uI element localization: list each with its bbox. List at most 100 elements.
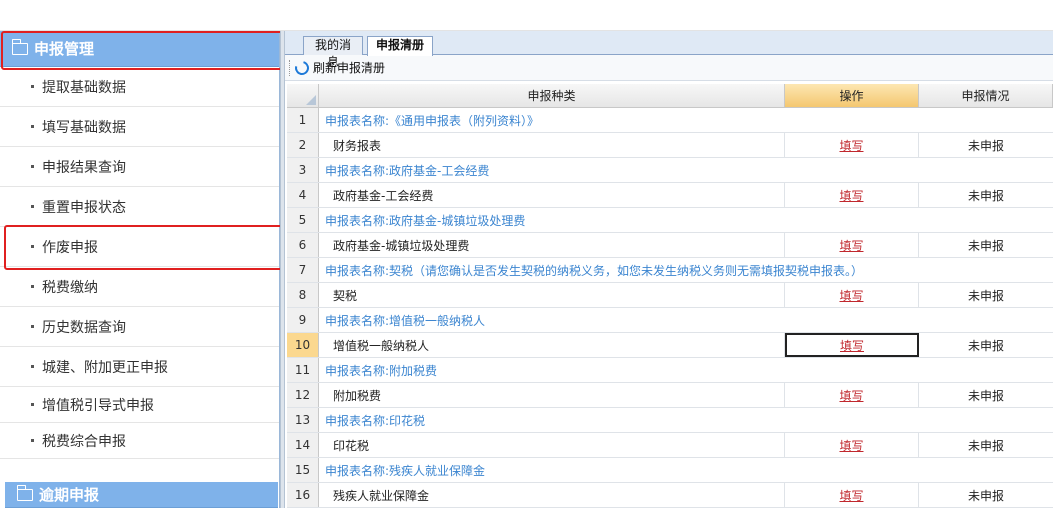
status-cell: 未申报	[967, 338, 1004, 353]
group-title: 申报表名称:《通用申报表（附列资料）》	[325, 113, 540, 128]
sidebar-item-history-query[interactable]: 历史数据查询	[0, 307, 279, 347]
main-panel: 我的消息 申报清册 刷新申报清册 申报种类 操作 申报情况 1 申报表名称:《通用…	[285, 31, 1053, 508]
declaration-name: 政府基金-城镇垃圾处理费	[319, 233, 785, 257]
table-row: 8 契税 填写 未申报	[287, 283, 1053, 308]
toolbar-grip	[289, 59, 291, 76]
table-row-selected: 10 增值税一般纳税人 填写 未申报	[287, 333, 1053, 358]
sidebar: 申报管理 提取基础数据 填写基础数据 申报结果查询 重置申报状态 作废申报 税费…	[0, 31, 280, 508]
status-cell: 未申报	[967, 188, 1004, 203]
tab-declaration-list[interactable]: 申报清册	[367, 36, 433, 56]
declaration-name: 财务报表	[319, 133, 785, 157]
declaration-name: 增值税一般纳税人	[319, 333, 785, 357]
row-number: 11	[287, 358, 319, 382]
sidebar-item-label: 填写基础数据	[42, 119, 126, 136]
row-number: 9	[287, 308, 319, 332]
sidebar-item-vat-guided[interactable]: 增值税引导式申报	[0, 387, 279, 423]
fill-link[interactable]: 填写	[840, 337, 864, 354]
folder-icon	[17, 484, 33, 501]
refresh-icon[interactable]	[292, 57, 312, 78]
group-row: 13 申报表名称:印花税	[287, 408, 1053, 433]
fill-link[interactable]: 填写	[839, 437, 863, 454]
row-number: 12	[287, 383, 319, 407]
table-row: 2 财务报表 填写 未申报	[287, 133, 1053, 158]
sidebar-item-label: 作废申报	[42, 239, 98, 256]
fill-link[interactable]: 填写	[839, 187, 863, 204]
declaration-name: 政府基金-工会经费	[319, 183, 785, 207]
row-number: 6	[287, 233, 319, 257]
bullet-icon	[31, 165, 34, 168]
sidebar-item-label: 增值税引导式申报	[42, 397, 154, 414]
tab-my-messages[interactable]: 我的消息	[303, 36, 363, 69]
select-all-corner[interactable]	[287, 84, 319, 107]
action-cell: 填写	[785, 433, 919, 457]
declaration-name: 残疾人就业保障金	[319, 483, 785, 507]
declaration-grid: 申报种类 操作 申报情况 1 申报表名称:《通用申报表（附列资料）》 2 财务报表填…	[287, 84, 1053, 508]
sidebar-item-label: 税费缴纳	[42, 279, 98, 296]
row-number: 4	[287, 183, 319, 207]
row-number: 2	[287, 133, 319, 157]
bullet-icon	[31, 403, 34, 406]
row-number: 7	[287, 258, 319, 282]
action-cell: 填写	[785, 383, 919, 407]
table-row: 12 附加税费 填写 未申报	[287, 383, 1053, 408]
sidebar-item-comprehensive[interactable]: 税费综合申报	[0, 423, 279, 459]
action-cell: 填写	[785, 233, 919, 257]
column-header-type[interactable]: 申报种类	[319, 84, 785, 107]
column-header-action[interactable]: 操作	[785, 84, 919, 107]
group-row: 11 申报表名称:附加税费	[287, 358, 1053, 383]
sidebar-item-label: 税费综合申报	[42, 433, 126, 450]
sidebar-item-label: 申报结果查询	[42, 159, 126, 176]
bullet-icon	[31, 125, 34, 128]
table-row: 16 残疾人就业保障金 填写 未申报	[287, 483, 1053, 508]
sidebar-item-label: 历史数据查询	[42, 319, 126, 336]
bullet-icon	[31, 205, 34, 208]
table-row: 14 印花税 填写 未申报	[287, 433, 1053, 458]
sidebar-item-fill-data[interactable]: 填写基础数据	[0, 107, 279, 147]
bullet-icon	[31, 85, 34, 88]
status-cell: 未申报	[967, 438, 1004, 453]
row-number: 3	[287, 158, 319, 182]
sidebar-item-extract-data[interactable]: 提取基础数据	[0, 67, 279, 107]
refresh-button[interactable]: 刷新申报清册	[313, 59, 385, 76]
sidebar-item-surcharge-correction[interactable]: 城建、附加更正申报	[0, 347, 279, 387]
sidebar-group-overdue[interactable]: 逾期申报	[5, 482, 278, 508]
row-number: 14	[287, 433, 319, 457]
fill-link[interactable]: 填写	[839, 137, 863, 154]
fill-link[interactable]: 填写	[839, 487, 863, 504]
group-title: 申报表名称:印花税	[325, 413, 426, 428]
group-title: 申报表名称:残疾人就业保障金	[325, 463, 486, 478]
group-row: 3 申报表名称:政府基金-工会经费	[287, 158, 1053, 183]
status-cell: 未申报	[967, 138, 1004, 153]
action-cell-focused: 填写	[785, 333, 919, 357]
sidebar-item-label: 城建、附加更正申报	[42, 359, 168, 376]
action-cell: 填写	[785, 133, 919, 157]
group-row: 9 申报表名称:增值税一般纳税人	[287, 308, 1053, 333]
top-bar	[0, 0, 1053, 31]
group-row: 7 申报表名称:契税（请您确认是否发生契税的纳税义务，如您未发生纳税义务则无需填报…	[287, 258, 1053, 283]
group-row: 5 申报表名称:政府基金-城镇垃圾处理费	[287, 208, 1053, 233]
sidebar-item-result-query[interactable]: 申报结果查询	[0, 147, 279, 187]
group-row: 1 申报表名称:《通用申报表（附列资料）》	[287, 108, 1053, 133]
row-number: 8	[287, 283, 319, 307]
sidebar-item-reset-status[interactable]: 重置申报状态	[0, 187, 279, 227]
sidebar-item-tax-payment[interactable]: 税费缴纳	[0, 267, 279, 307]
sidebar-group-title: 逾期申报	[39, 486, 100, 504]
sidebar-item-label: 重置申报状态	[42, 199, 126, 216]
sidebar-group-declare[interactable]: 申报管理	[0, 31, 279, 67]
table-row: 6 政府基金-城镇垃圾处理费 填写 未申报	[287, 233, 1053, 258]
sidebar-item-void-declaration[interactable]: 作废申报	[0, 227, 279, 267]
row-number: 15	[287, 458, 319, 482]
bullet-icon	[31, 285, 34, 288]
sidebar-group-title: 申报管理	[34, 40, 95, 58]
group-title: 申报表名称:增值税一般纳税人	[325, 313, 486, 328]
column-header-status[interactable]: 申报情况	[919, 84, 1053, 107]
action-cell: 填写	[785, 183, 919, 207]
toolbar: 刷新申报清册	[285, 55, 1053, 81]
declaration-name: 印花税	[319, 433, 785, 457]
fill-link[interactable]: 填写	[839, 287, 863, 304]
status-cell: 未申报	[967, 488, 1004, 503]
fill-link[interactable]: 填写	[839, 237, 863, 254]
row-number: 13	[287, 408, 319, 432]
status-cell: 未申报	[967, 288, 1004, 303]
fill-link[interactable]: 填写	[839, 387, 863, 404]
